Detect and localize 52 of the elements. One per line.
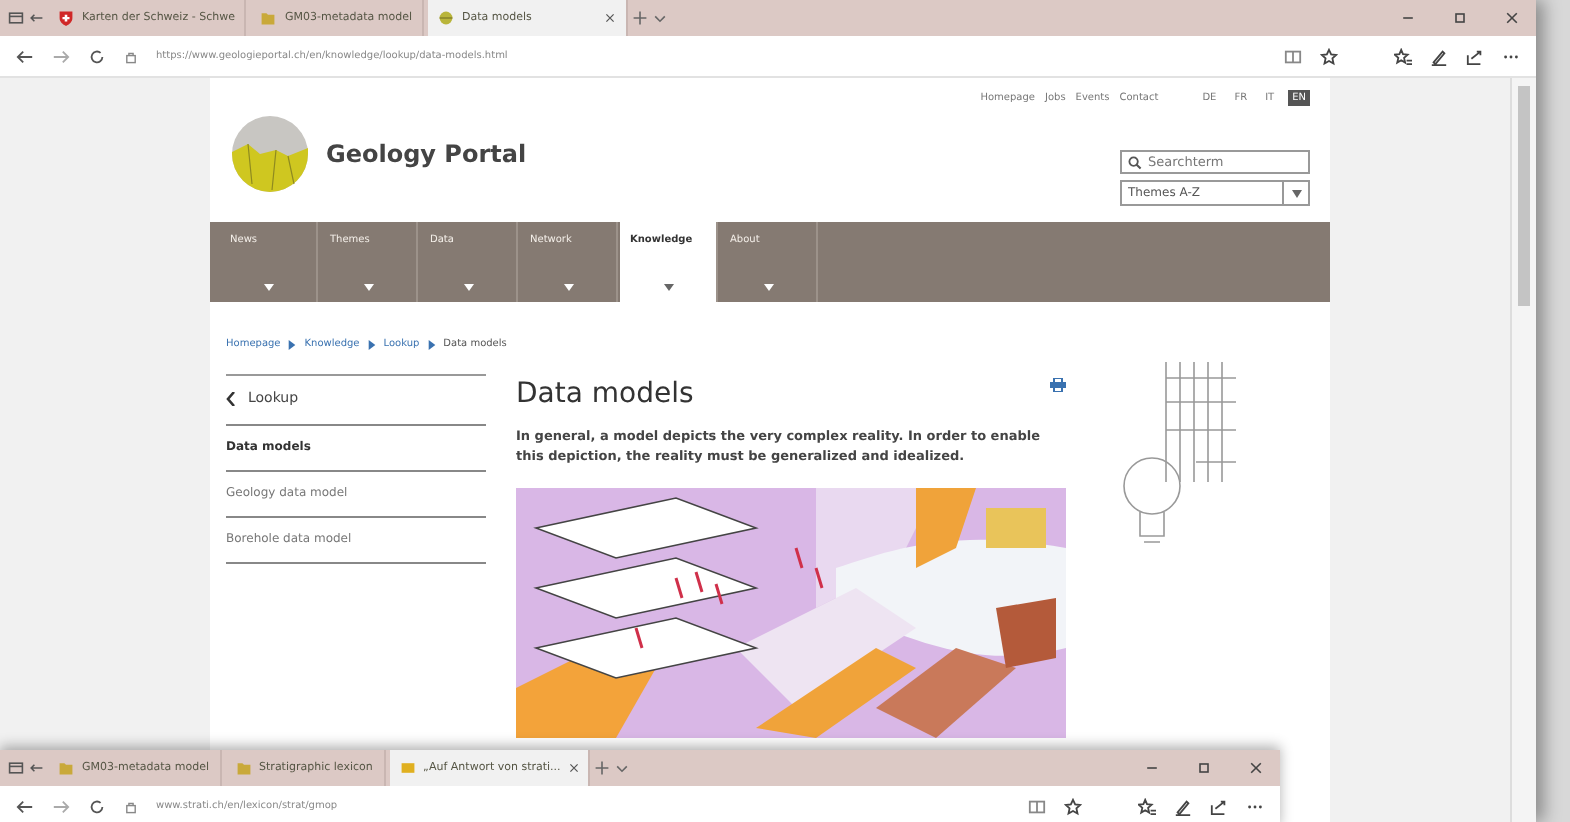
caret-icon xyxy=(1291,189,1301,197)
favorites-icon[interactable] xyxy=(1138,797,1156,815)
restore-icon[interactable] xyxy=(1196,760,1212,776)
scrollbar-thumb[interactable] xyxy=(1518,86,1530,306)
back-tabs-icon[interactable] xyxy=(28,760,44,776)
folder-icon xyxy=(260,10,277,26)
back-icon[interactable] xyxy=(16,47,34,65)
chevron-left-icon xyxy=(226,391,236,405)
caret-icon xyxy=(363,282,373,292)
reading-view-icon[interactable] xyxy=(1028,797,1046,815)
caret-icon xyxy=(763,282,773,292)
caret-icon xyxy=(263,282,273,292)
print-icon[interactable] xyxy=(1050,378,1066,392)
lock-icon xyxy=(124,799,138,813)
new-tab-icon[interactable] xyxy=(593,760,610,776)
close-icon[interactable] xyxy=(568,762,581,774)
reading-view-icon[interactable] xyxy=(1284,47,1302,65)
lock-icon xyxy=(124,49,138,63)
tabs-icon[interactable] xyxy=(8,760,24,776)
chevron-right-icon xyxy=(288,339,297,349)
site-title: Geology Portal xyxy=(326,140,527,168)
chevron-down-icon[interactable] xyxy=(652,10,668,26)
share-icon[interactable] xyxy=(1466,47,1484,65)
favorites-icon[interactable] xyxy=(1394,47,1412,65)
tabs-icon[interactable] xyxy=(8,10,24,26)
caret-icon xyxy=(663,282,673,292)
back-tabs-icon[interactable] xyxy=(28,10,44,26)
refresh-icon[interactable] xyxy=(88,797,106,815)
close-icon[interactable] xyxy=(1248,760,1264,776)
close-icon[interactable] xyxy=(1504,10,1520,26)
restore-icon[interactable] xyxy=(1452,10,1468,26)
shield-icon xyxy=(58,10,74,26)
star-icon[interactable] xyxy=(1064,797,1082,815)
new-tab-icon[interactable] xyxy=(632,10,648,26)
page-heading: Data models xyxy=(516,378,694,410)
globe-icon xyxy=(438,10,454,26)
back-icon[interactable] xyxy=(16,797,34,815)
chevron-right-icon xyxy=(427,339,436,349)
star-icon[interactable] xyxy=(1320,47,1338,65)
folder-icon xyxy=(235,760,252,776)
caret-icon xyxy=(563,282,573,292)
caret-icon xyxy=(463,282,473,292)
share-icon[interactable] xyxy=(1210,797,1228,815)
chevron-down-icon[interactable] xyxy=(613,760,630,776)
pen-icon[interactable] xyxy=(1174,797,1192,815)
chevron-right-icon xyxy=(367,339,376,349)
refresh-icon[interactable] xyxy=(88,47,106,65)
close-icon[interactable] xyxy=(604,12,616,24)
folder-icon xyxy=(58,760,74,776)
search-icon xyxy=(1128,155,1142,169)
logo-icon[interactable] xyxy=(230,114,310,194)
pen-icon[interactable] xyxy=(1430,47,1448,65)
